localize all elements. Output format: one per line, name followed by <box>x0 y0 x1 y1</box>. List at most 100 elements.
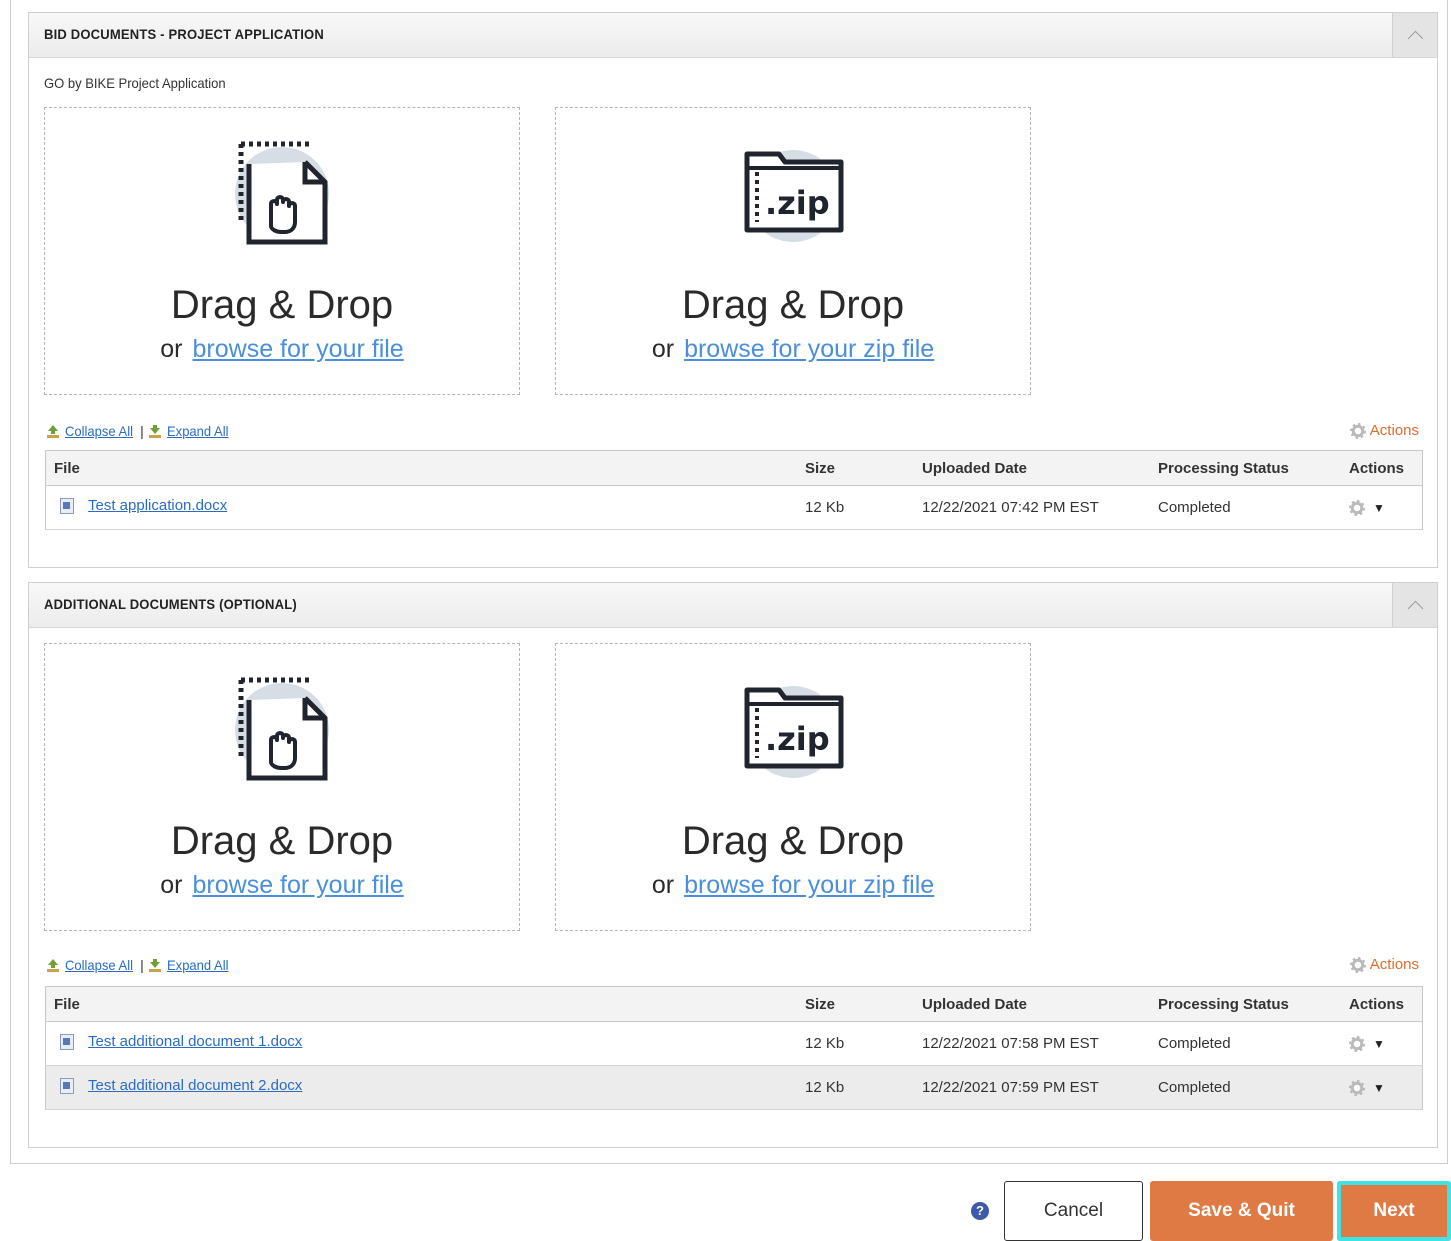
browse-zip-link[interactable]: browse for your zip file <box>684 871 934 899</box>
chevron-up-icon <box>1407 600 1423 616</box>
column-header: Size <box>797 450 914 486</box>
next-button[interactable]: Next <box>1337 1181 1451 1241</box>
processing-status: Completed <box>1150 1065 1341 1110</box>
or-label: or <box>651 871 675 899</box>
files-table: File Size Uploaded Date Processing Statu… <box>45 986 1423 1110</box>
drop-title: Drag & Drop <box>681 283 905 327</box>
or-label: or <box>160 871 183 899</box>
drag-drop-file-icon <box>235 141 329 245</box>
gear-icon <box>1349 956 1366 973</box>
tree-tools: Collapse All | Expand All <box>46 423 233 439</box>
uploaded-date: 12/22/2021 07:42 PM EST <box>914 485 1150 530</box>
column-header: Uploaded Date <box>914 986 1150 1022</box>
file-size: 12 Kb <box>797 1021 914 1066</box>
drag-drop-file-icon <box>235 677 329 781</box>
panel-subtitle: GO by BIKE Project Application <box>44 75 226 91</box>
save-quit-button[interactable]: Save & Quit <box>1150 1181 1333 1241</box>
processing-status: Completed <box>1150 1021 1341 1066</box>
column-header: Size <box>797 986 914 1022</box>
panel-title: BID DOCUMENTS - PROJECT APPLICATION <box>44 26 324 42</box>
files-table: File Size Uploaded Date Processing Statu… <box>45 450 1423 530</box>
svg-text:.zip: .zip <box>765 184 830 222</box>
actions-label: Actions <box>1369 422 1419 439</box>
expand-all-icon <box>148 958 161 972</box>
gear-icon <box>1349 1035 1365 1052</box>
table-row: Test additional document 1.docx 12 Kb 12… <box>45 1021 1423 1066</box>
expand-all-icon <box>148 424 161 438</box>
file-size: 12 Kb <box>797 485 914 530</box>
table-row: Test application.docx 12 Kb 12/22/2021 0… <box>45 485 1423 530</box>
actions-label: Actions <box>1369 956 1419 973</box>
collapse-all-icon <box>47 958 59 972</box>
column-header: Processing Status <box>1150 986 1341 1022</box>
caret-down-icon: ▼ <box>1373 500 1385 515</box>
browse-file-link[interactable]: browse for your file <box>193 871 404 899</box>
drop-subtitle: or browse for your file <box>45 335 519 364</box>
drop-subtitle: or browse for your zip file <box>556 871 1030 900</box>
chevron-up-icon <box>1407 30 1423 46</box>
collapse-panel-button[interactable] <box>1392 13 1437 57</box>
file-link[interactable]: Test application.docx <box>54 497 227 514</box>
file-link[interactable]: Test additional document 2.docx <box>54 1077 302 1094</box>
row-actions-button[interactable]: ▼ <box>1349 499 1414 516</box>
row-actions-button[interactable]: ▼ <box>1349 1035 1414 1052</box>
panel-title: ADDITIONAL DOCUMENTS (OPTIONAL) <box>44 596 297 612</box>
column-header: Actions <box>1341 450 1423 486</box>
browse-file-link[interactable]: browse for your file <box>193 335 404 363</box>
caret-down-icon: ▼ <box>1373 1036 1385 1051</box>
table-header-row: File Size Uploaded Date Processing Statu… <box>45 450 1423 486</box>
or-label: or <box>651 335 675 363</box>
help-icon[interactable]: ? <box>971 1202 989 1220</box>
table-header-row: File Size Uploaded Date Processing Statu… <box>45 986 1423 1022</box>
uploaded-date: 12/22/2021 07:58 PM EST <box>914 1021 1150 1066</box>
drop-subtitle: or browse for your zip file <box>556 335 1030 364</box>
docx-file-icon <box>60 1077 74 1094</box>
gear-icon <box>1349 1079 1365 1096</box>
file-name[interactable]: Test application.docx <box>88 497 227 514</box>
column-header: File <box>45 450 797 486</box>
file-drop-zone[interactable]: Drag & Drop or browse for your file <box>44 107 520 395</box>
expand-all-link[interactable]: Expand All <box>167 957 229 973</box>
processing-status: Completed <box>1150 485 1341 530</box>
gear-icon <box>1349 422 1366 439</box>
column-header: File <box>45 986 797 1022</box>
file-size: 12 Kb <box>797 1065 914 1110</box>
browse-zip-link[interactable]: browse for your zip file <box>684 335 934 363</box>
drop-subtitle: or browse for your file <box>45 871 519 900</box>
file-name[interactable]: Test additional document 2.docx <box>88 1077 302 1094</box>
file-name[interactable]: Test additional document 1.docx <box>88 1033 302 1050</box>
actions-menu[interactable]: Actions <box>1349 422 1419 439</box>
table-row: Test additional document 2.docx 12 Kb 12… <box>45 1065 1423 1110</box>
docx-file-icon <box>60 1033 74 1050</box>
expand-all-link[interactable]: Expand All <box>167 423 229 439</box>
additional-documents-panel: ADDITIONAL DOCUMENTS (OPTIONAL) Drag & D… <box>28 582 1438 1148</box>
panel-header: BID DOCUMENTS - PROJECT APPLICATION <box>29 13 1437 58</box>
cancel-button[interactable]: Cancel <box>1004 1181 1143 1241</box>
column-header: Actions <box>1341 986 1423 1022</box>
collapse-all-link[interactable]: Collapse All <box>65 957 133 973</box>
file-link[interactable]: Test additional document 1.docx <box>54 1033 302 1050</box>
drop-title: Drag & Drop <box>681 819 905 863</box>
column-header: Uploaded Date <box>914 450 1150 486</box>
svg-text:.zip: .zip <box>765 720 830 758</box>
column-header: Processing Status <box>1150 450 1341 486</box>
zip-drop-zone[interactable]: .zip Drag & Drop or browse for your zip f… <box>555 107 1031 395</box>
bid-documents-panel: BID DOCUMENTS - PROJECT APPLICATION GO b… <box>28 12 1438 568</box>
drop-title: Drag & Drop <box>170 819 394 863</box>
row-actions-button[interactable]: ▼ <box>1349 1079 1414 1096</box>
actions-menu[interactable]: Actions <box>1349 956 1419 973</box>
zip-folder-icon: .zip <box>744 686 844 778</box>
zip-drop-zone[interactable]: .zip Drag & Drop or browse for your zip f… <box>555 643 1031 931</box>
uploaded-date: 12/22/2021 07:59 PM EST <box>914 1065 1150 1110</box>
panel-header: ADDITIONAL DOCUMENTS (OPTIONAL) <box>29 583 1437 628</box>
docx-file-icon <box>60 497 74 514</box>
separator: | <box>140 957 144 973</box>
caret-down-icon: ▼ <box>1373 1080 1385 1095</box>
or-label: or <box>160 335 183 363</box>
zip-folder-icon: .zip <box>744 150 844 242</box>
file-drop-zone[interactable]: Drag & Drop or browse for your file <box>44 643 520 931</box>
collapse-panel-button[interactable] <box>1392 583 1437 627</box>
separator: | <box>140 423 144 439</box>
collapse-all-icon <box>47 424 59 438</box>
collapse-all-link[interactable]: Collapse All <box>65 423 133 439</box>
